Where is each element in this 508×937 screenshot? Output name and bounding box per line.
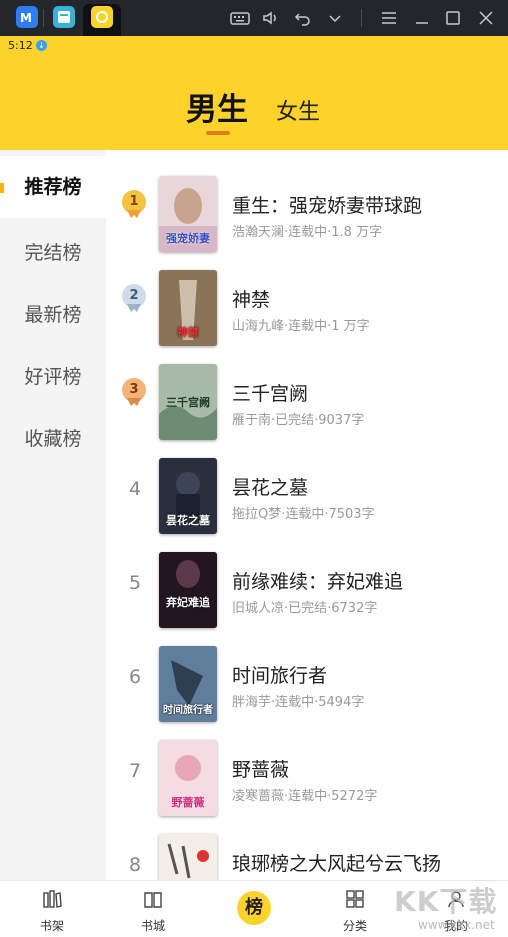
tab-female[interactable]: 女生 xyxy=(276,94,320,126)
tab-male[interactable]: 男生 xyxy=(186,84,248,129)
cover-text: 神禁 xyxy=(177,326,199,339)
book-cover[interactable]: 野蔷薇 xyxy=(159,740,217,816)
sidebar-item-label: 收藏榜 xyxy=(24,428,82,450)
book-meta: 山海九峰·连载中·1 万字 xyxy=(232,319,370,334)
book-meta: 凌寒蔷薇·连载中·5272字 xyxy=(232,789,378,804)
ranking-header: 5:12 ↓ 男生 女生 xyxy=(0,36,508,150)
book-meta: 浩瀚天澜·连载中·1.8 万字 xyxy=(232,225,383,240)
book-cover[interactable]: 三千宫阙 xyxy=(159,364,217,440)
list-item[interactable]: 8 琅琊榜之大风起兮云飞扬 xyxy=(106,822,508,880)
sidebar-item-label: 完结榜 xyxy=(24,242,82,264)
rank-number: 8 xyxy=(128,854,142,876)
book-title: 神禁 xyxy=(232,289,271,311)
nav-label: 书城 xyxy=(140,919,165,933)
sidebar-item-label: 最新榜 xyxy=(24,304,82,326)
cover-text: 三千宫阙 xyxy=(166,396,210,409)
watermark-url: www.kkx.net xyxy=(418,918,495,932)
book-cover[interactable] xyxy=(159,834,217,880)
bookshelf-icon xyxy=(43,890,62,908)
nav-category[interactable]: 分类 xyxy=(325,881,385,937)
active-marker xyxy=(0,183,4,193)
app-tab-icon-reader[interactable] xyxy=(91,6,113,28)
sidebar-item-label: 推荐榜 xyxy=(24,176,82,198)
book-title: 前缘难续：弃妃难追 xyxy=(232,571,404,593)
book-meta: 胖海芋·连载中·5494字 xyxy=(232,695,365,710)
book-cover[interactable]: 神禁 xyxy=(159,270,217,346)
book-title: 野蔷薇 xyxy=(232,759,290,781)
cover-text: 强宠娇妻 xyxy=(166,232,210,245)
book-title: 重生：强宠娇妻带球跑 xyxy=(232,195,423,217)
book-title: 时间旅行者 xyxy=(232,665,328,687)
list-item[interactable]: 1 强宠娇妻 重生：强宠娇妻带球跑 浩瀚天澜·连载中·1.8 万字 xyxy=(106,164,508,258)
list-item[interactable]: 3 三千宫阙 三千宫阙 雁于南·已完结·9037字 xyxy=(106,352,508,446)
rank-number: 6 xyxy=(128,666,142,688)
minimize-icon[interactable] xyxy=(410,6,434,30)
nav-bookshelf[interactable]: 书架 xyxy=(22,881,82,937)
book-cover[interactable]: 昙花之墓 xyxy=(159,458,217,534)
sidebar-item-top-rated[interactable]: 好评榜 xyxy=(0,346,106,408)
nav-label: 分类 xyxy=(342,919,367,933)
ranking-category-sidebar: 推荐榜 完结榜 最新榜 好评榜 收藏榜 xyxy=(0,150,106,880)
medal-ribbon-icon xyxy=(127,210,141,218)
grid-icon xyxy=(346,890,364,908)
book-cover[interactable]: 强宠娇妻 xyxy=(159,176,217,252)
medal-ribbon-icon xyxy=(127,398,141,406)
app-tab-icon-1[interactable]: M xyxy=(16,6,38,28)
book-title: 昙花之墓 xyxy=(232,477,309,499)
keyboard-icon[interactable] xyxy=(228,6,252,30)
book-title: 三千宫阙 xyxy=(232,383,309,405)
menu-icon[interactable] xyxy=(377,6,401,30)
book-meta: 拖拉Q梦·连载中·7503字 xyxy=(232,507,375,522)
undo-icon[interactable] xyxy=(291,6,315,30)
book-meta: 雁于南·已完结·9037字 xyxy=(232,413,365,428)
book-meta: 旧城人凉·已完结·6732字 xyxy=(232,601,378,616)
list-item[interactable]: 5 弃妃难追 前缘难续：弃妃难追 旧城人凉·已完结·6732字 xyxy=(106,540,508,634)
book-icon xyxy=(144,892,162,908)
list-item[interactable]: 4 昙花之墓 昙花之墓 拖拉Q梦·连载中·7503字 xyxy=(106,446,508,540)
status-time: 5:12 xyxy=(8,39,33,52)
sidebar-item-favorites[interactable]: 收藏榜 xyxy=(0,408,106,470)
cover-text: 时间旅行者 xyxy=(163,705,213,716)
cover-text: 弃妃难追 xyxy=(166,596,210,609)
toolbar-divider xyxy=(361,9,362,27)
book-title: 琅琊榜之大风起兮云飞扬 xyxy=(232,853,442,875)
maximize-icon[interactable] xyxy=(441,6,465,30)
list-item[interactable]: 7 野蔷薇 野蔷薇 凌寒蔷薇·连载中·5272字 xyxy=(106,728,508,822)
medal-ribbon-icon xyxy=(127,304,141,312)
app-tab-icon-2[interactable] xyxy=(53,6,75,28)
download-status-icon: ↓ xyxy=(36,40,47,51)
close-icon[interactable] xyxy=(474,6,498,30)
tab-divider xyxy=(43,9,44,27)
chevron-down-icon[interactable] xyxy=(323,6,347,30)
sidebar-item-newest[interactable]: 最新榜 xyxy=(0,284,106,346)
nav-bookstore[interactable]: 书城 xyxy=(123,881,183,937)
sidebar-item-label: 好评榜 xyxy=(24,366,82,388)
cover-text: 野蔷薇 xyxy=(171,796,205,809)
sidebar-item-recommend[interactable]: 推荐榜 xyxy=(0,156,106,218)
book-cover[interactable]: 时间旅行者 xyxy=(159,646,217,722)
sidebar-item-completed[interactable]: 完结榜 xyxy=(0,222,106,284)
rank-number: 4 xyxy=(128,478,142,500)
cover-text: 昙花之墓 xyxy=(166,514,210,527)
emulator-title-bar: M xyxy=(0,0,508,36)
nav-label: 书架 xyxy=(39,919,64,933)
list-item[interactable]: 2 神禁 神禁 山海九峰·连载中·1 万字 xyxy=(106,258,508,352)
book-cover[interactable]: 弃妃难追 xyxy=(159,552,217,628)
rank-number: 7 xyxy=(128,760,142,782)
watermark: KK下载 xyxy=(394,885,498,918)
volume-icon[interactable] xyxy=(259,6,283,30)
svg-text:M: M xyxy=(20,11,32,25)
rank-number: 5 xyxy=(128,572,142,594)
nav-ranking[interactable]: 榜 xyxy=(237,891,271,925)
list-item[interactable]: 6 时间旅行者 时间旅行者 胖海芋·连载中·5494字 xyxy=(106,634,508,728)
active-tab-indicator xyxy=(206,131,230,135)
